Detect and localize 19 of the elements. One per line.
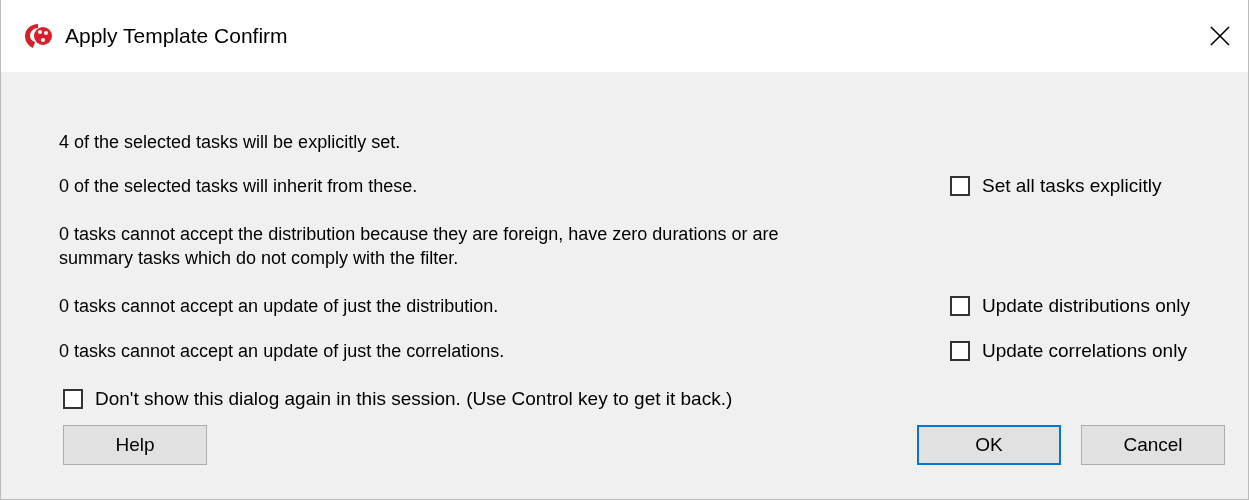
checkbox-label[interactable]: Set all tasks explicitly xyxy=(982,175,1162,197)
message-text: 0 of the selected tasks will inherit from these. xyxy=(59,175,419,198)
app-logo-icon xyxy=(23,22,53,50)
checkbox-label[interactable]: Update correlations only xyxy=(982,340,1187,362)
checkbox[interactable] xyxy=(950,296,970,316)
dialog-button[interactable]: Cancel xyxy=(1081,425,1225,465)
message-text: 0 tasks cannot accept the distribution because they are foreign, have zero durations or are summary tasks which do not comply with the filter. xyxy=(59,223,780,270)
window-title: Apply Template Confirm xyxy=(65,24,289,48)
message-text: 4 of the selected tasks will be explicitly set. xyxy=(59,131,402,154)
checkbox[interactable] xyxy=(63,389,83,409)
checkbox-label[interactable]: Update distributions only xyxy=(982,295,1191,317)
checkbox[interactable] xyxy=(950,341,970,361)
dialog-button[interactable]: OK xyxy=(917,425,1061,465)
dialog-button[interactable]: Help xyxy=(63,425,207,465)
close-icon[interactable] xyxy=(1210,26,1230,46)
checkbox[interactable] xyxy=(950,176,970,196)
checkbox-label[interactable]: Don't show this dialog again in this session. (Use Control key to get it back.) xyxy=(95,388,733,410)
message-text: 0 tasks cannot accept an update of just the correlations. xyxy=(59,340,506,363)
message-text: 0 tasks cannot accept an update of just the distribution. xyxy=(59,295,500,318)
